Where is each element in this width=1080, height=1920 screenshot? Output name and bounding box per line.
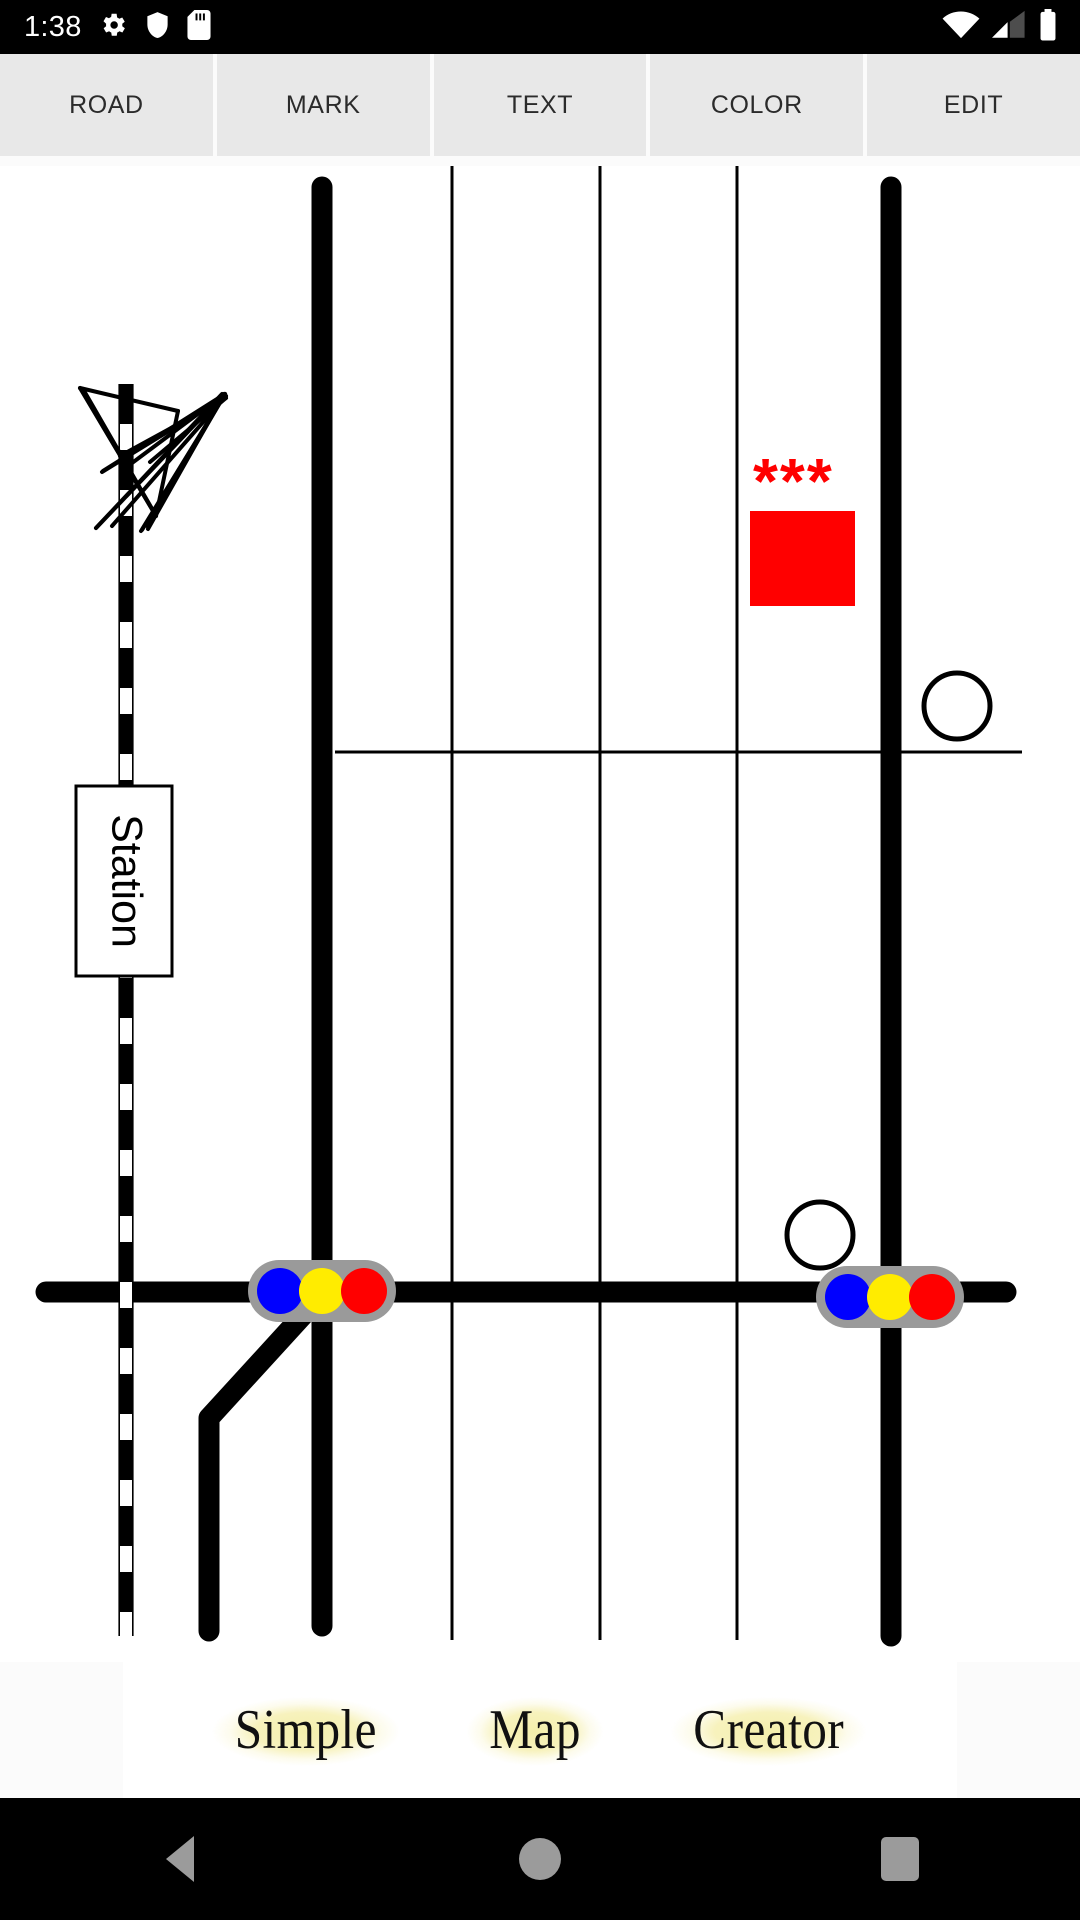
logo-word-simple: Simple xyxy=(212,1694,401,1766)
nav-home-button[interactable] xyxy=(360,1798,720,1920)
app-logo: Simple Map Creator xyxy=(123,1662,957,1798)
traffic-lamp-red xyxy=(341,1268,387,1314)
traffic-lamp-red xyxy=(909,1274,955,1320)
app-screen: 1:38 ROAD MARK TEXT COLOR EDIT *** Stati… xyxy=(0,0,1080,1920)
toolbar-button-text[interactable]: TEXT xyxy=(433,54,647,156)
asterisk-mark: *** xyxy=(753,445,834,517)
branch-road xyxy=(198,1291,326,1642)
status-bar-right-group xyxy=(942,8,1058,46)
toolbar-button-road[interactable]: ROAD xyxy=(0,54,213,156)
square-icon xyxy=(881,1837,919,1881)
toolbar-button-edit[interactable]: EDIT xyxy=(867,54,1080,156)
traffic-light-left xyxy=(248,1260,396,1322)
wifi-icon xyxy=(942,10,980,45)
status-bar: 1:38 xyxy=(0,0,1080,54)
status-bar-left-group: 1:38 xyxy=(24,9,942,45)
circle-icon xyxy=(519,1838,561,1880)
sd-card-icon xyxy=(187,9,211,45)
nav-recents-button[interactable] xyxy=(720,1798,1080,1920)
status-clock: 1:38 xyxy=(24,10,82,43)
traffic-lamp-yellow xyxy=(867,1274,913,1320)
map-canvas[interactable]: *** Station xyxy=(0,166,1080,1662)
shield-icon xyxy=(144,10,171,45)
circle-mark-upper xyxy=(921,670,993,742)
nav-back-button[interactable] xyxy=(0,1798,360,1920)
triangle-left-icon xyxy=(166,1836,194,1882)
station-label-text: Station xyxy=(103,814,151,948)
android-navigation-bar xyxy=(0,1798,1080,1920)
railway-line xyxy=(118,384,134,1636)
gear-icon xyxy=(98,10,128,45)
logo-word-map: Map xyxy=(466,1694,604,1766)
app-logo-strip: Simple Map Creator xyxy=(0,1662,1080,1798)
traffic-light-right xyxy=(816,1266,964,1328)
toolbar-button-mark[interactable]: MARK xyxy=(216,54,430,156)
toolbar-button-color[interactable]: COLOR xyxy=(650,54,864,156)
circle-mark-lower xyxy=(784,1199,856,1271)
traffic-lamp-blue xyxy=(257,1268,303,1314)
cellular-signal-icon xyxy=(992,10,1026,45)
editor-toolbar: ROAD MARK TEXT COLOR EDIT xyxy=(0,54,1080,166)
traffic-lamp-blue xyxy=(825,1274,871,1320)
traffic-lamp-yellow xyxy=(299,1268,345,1314)
red-building-block xyxy=(750,511,855,606)
battery-icon xyxy=(1038,8,1058,46)
logo-word-creator: Creator xyxy=(670,1694,868,1766)
